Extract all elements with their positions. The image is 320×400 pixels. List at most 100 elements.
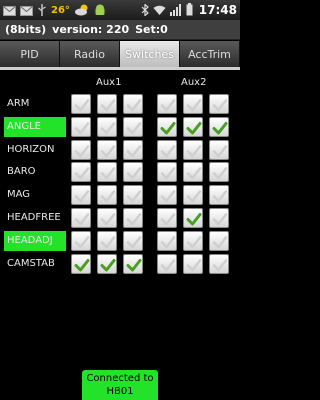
- switch-row-label: HEADADJ: [4, 231, 66, 251]
- checkmark-faint-icon: [212, 145, 228, 158]
- aux2-checkbox-1[interactable]: [157, 231, 177, 251]
- checkmark-faint-icon: [126, 99, 142, 112]
- connection-line1: Connected to: [86, 373, 154, 384]
- temperature: 26°: [51, 4, 70, 16]
- tab-radio[interactable]: Radio: [60, 41, 120, 67]
- checkmark-icon: [74, 259, 90, 272]
- aux2-checkbox-3[interactable]: [209, 208, 229, 228]
- switch-row-headadj: HEADADJ: [0, 229, 240, 251]
- aux2-checkbox-1[interactable]: [157, 162, 177, 182]
- checkmark-faint-icon: [212, 99, 228, 112]
- checkmark-faint-icon: [126, 167, 142, 180]
- tab-switches[interactable]: Switches: [120, 41, 180, 67]
- aux2-checkbox-2[interactable]: [183, 254, 203, 274]
- switch-row-label: BARO: [7, 166, 36, 177]
- aux2-checkbox-2[interactable]: [183, 162, 203, 182]
- aux1-checkbox-1[interactable]: [71, 254, 91, 274]
- checkmark-faint-icon: [74, 122, 90, 135]
- aux1-checkbox-1[interactable]: [71, 162, 91, 182]
- aux2-checkbox-3[interactable]: [209, 117, 229, 137]
- aux2-checkbox-1[interactable]: [157, 185, 177, 205]
- checkmark-faint-icon: [212, 213, 228, 226]
- aux1-checkbox-1[interactable]: [71, 231, 91, 251]
- checkmark-faint-icon: [126, 190, 142, 203]
- weather-cloud-icon: [74, 1, 90, 20]
- tab-acctrim[interactable]: AccTrim: [180, 41, 240, 67]
- aux1-checkbox-2[interactable]: [97, 185, 117, 205]
- checkmark-icon: [212, 122, 228, 135]
- mail-icon: [3, 1, 16, 20]
- aux2-checkbox-1[interactable]: [157, 254, 177, 274]
- checkmark-faint-icon: [160, 99, 176, 112]
- checkmark-faint-icon: [74, 99, 90, 112]
- aux1-checkbox-2[interactable]: [97, 231, 117, 251]
- aux1-checkbox-3[interactable]: [123, 185, 143, 205]
- aux1-checkbox-1[interactable]: [71, 140, 91, 160]
- aux2-checkbox-3[interactable]: [209, 254, 229, 274]
- aux2-checkbox-3[interactable]: [209, 185, 229, 205]
- checkmark-faint-icon: [74, 167, 90, 180]
- aux1-checkbox-1[interactable]: [71, 208, 91, 228]
- checkmark-faint-icon: [212, 236, 228, 249]
- set-label: Set:0: [135, 23, 168, 36]
- aux1-checkbox-3[interactable]: [123, 162, 143, 182]
- aux2-checkbox-2[interactable]: [183, 94, 203, 114]
- aux1-checkbox-2[interactable]: [97, 94, 117, 114]
- mail-icon: [20, 1, 33, 20]
- checkmark-faint-icon: [186, 259, 202, 272]
- checkmark-faint-icon: [186, 167, 202, 180]
- switch-row-label: ARM: [7, 98, 30, 109]
- checkmark-faint-icon: [160, 259, 176, 272]
- aux1-checkbox-2[interactable]: [97, 208, 117, 228]
- android-icon: [94, 1, 106, 20]
- aux1-checkbox-1[interactable]: [71, 94, 91, 114]
- aux1-checkbox-2[interactable]: [97, 117, 117, 137]
- aux1-checkbox-3[interactable]: [123, 94, 143, 114]
- aux2-checkbox-3[interactable]: [209, 231, 229, 251]
- aux1-checkbox-1[interactable]: [71, 117, 91, 137]
- aux1-checkbox-2[interactable]: [97, 254, 117, 274]
- aux1-checkbox-1[interactable]: [71, 185, 91, 205]
- aux1-checkbox-3[interactable]: [123, 140, 143, 160]
- aux2-checkbox-3[interactable]: [209, 162, 229, 182]
- checkmark-faint-icon: [100, 190, 116, 203]
- checkmark-faint-icon: [126, 236, 142, 249]
- aux1-checkbox-2[interactable]: [97, 162, 117, 182]
- checkmark-faint-icon: [74, 236, 90, 249]
- checkmark-faint-icon: [160, 190, 176, 203]
- aux1-checkbox-3[interactable]: [123, 231, 143, 251]
- aux2-checkbox-2[interactable]: [183, 185, 203, 205]
- switch-row-label: HEADFREE: [7, 212, 61, 223]
- aux2-checkbox-2[interactable]: [183, 117, 203, 137]
- aux2-checkbox-2[interactable]: [183, 231, 203, 251]
- checkmark-faint-icon: [126, 213, 142, 226]
- checkmark-faint-icon: [186, 99, 202, 112]
- switch-row-label: CAMSTAB: [7, 258, 55, 269]
- status-bar: 26° 17:48: [0, 0, 240, 20]
- aux2-checkbox-1[interactable]: [157, 208, 177, 228]
- checkmark-faint-icon: [126, 122, 142, 135]
- aux2-checkbox-1[interactable]: [157, 94, 177, 114]
- tab-pid[interactable]: PID: [0, 41, 60, 67]
- aux1-checkbox-3[interactable]: [123, 208, 143, 228]
- switch-row-label: MAG: [7, 189, 31, 200]
- aux2-checkbox-1[interactable]: [157, 117, 177, 137]
- switch-row-mag: MAG: [0, 183, 240, 205]
- aux2-checkbox-3[interactable]: [209, 140, 229, 160]
- checkmark-faint-icon: [212, 190, 228, 203]
- aux1-checkbox-2[interactable]: [97, 140, 117, 160]
- aux2-checkbox-1[interactable]: [157, 140, 177, 160]
- aux2-checkbox-3[interactable]: [209, 94, 229, 114]
- aux2-checkbox-2[interactable]: [183, 208, 203, 228]
- aux1-checkbox-3[interactable]: [123, 254, 143, 274]
- switch-row-horizon: HORIZON: [0, 138, 240, 160]
- aux2-checkbox-2[interactable]: [183, 140, 203, 160]
- checkmark-faint-icon: [100, 213, 116, 226]
- checkmark-faint-icon: [100, 145, 116, 158]
- checkmark-faint-icon: [160, 167, 176, 180]
- checkmark-faint-icon: [100, 167, 116, 180]
- tab-underline: [0, 67, 240, 70]
- aux1-checkbox-3[interactable]: [123, 117, 143, 137]
- checkmark-faint-icon: [100, 122, 116, 135]
- checkmark-faint-icon: [212, 259, 228, 272]
